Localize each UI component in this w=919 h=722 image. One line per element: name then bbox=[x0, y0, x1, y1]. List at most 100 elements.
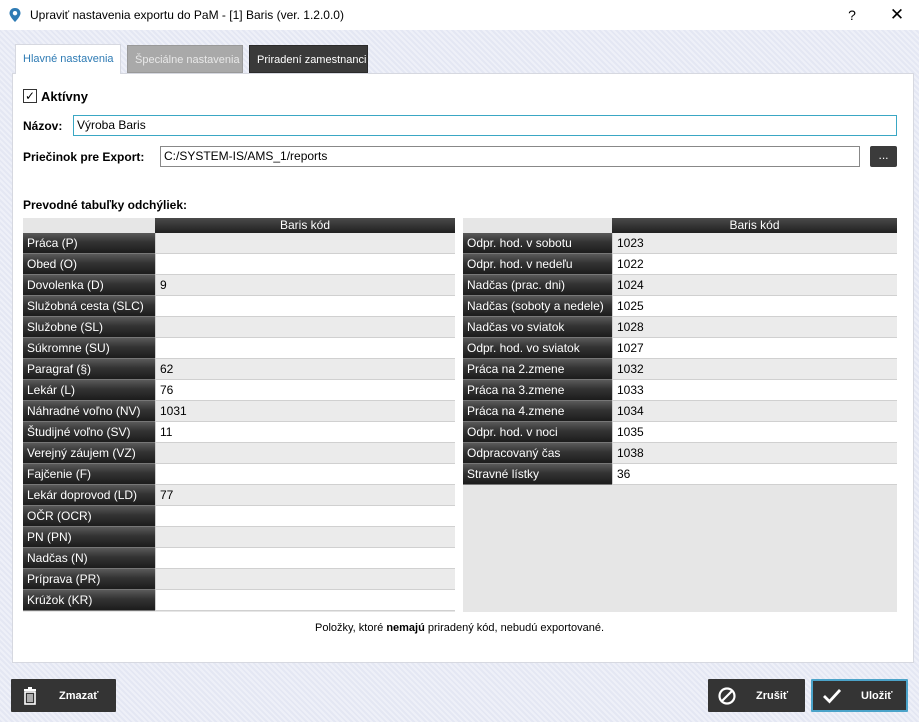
tab-main-settings[interactable]: Hlavné nastavenia bbox=[15, 44, 121, 74]
row-label: Práca na 3.zmene bbox=[463, 380, 612, 401]
row-label: Krúžok (KR) bbox=[23, 590, 155, 611]
code-cell[interactable]: 1023 bbox=[612, 233, 897, 254]
row-label: Nadčas (N) bbox=[23, 548, 155, 569]
table-row: Lekár doprovod (LD) 77 bbox=[23, 485, 455, 506]
tables-heading: Prevodné tabuľky odchýliek: bbox=[23, 198, 188, 212]
code-cell[interactable]: 1022 bbox=[612, 254, 897, 275]
code-cell[interactable]: 1032 bbox=[612, 359, 897, 380]
checkmark-icon bbox=[819, 679, 845, 712]
close-button[interactable]: ✕ bbox=[882, 4, 912, 26]
row-label: PN (PN) bbox=[23, 527, 155, 548]
code-cell[interactable]: 1038 bbox=[612, 443, 897, 464]
code-cell[interactable]: 62 bbox=[155, 359, 455, 380]
row-label: Odpr. hod. v sobotu bbox=[463, 233, 612, 254]
tab-assigned-employees[interactable]: Priradení zamestnanci bbox=[249, 45, 368, 73]
code-cell[interactable]: 1035 bbox=[612, 422, 897, 443]
code-cell[interactable]: 1034 bbox=[612, 401, 897, 422]
folder-input[interactable]: C:/SYSTEM-IS/AMS_1/reports bbox=[160, 146, 860, 167]
code-cell[interactable] bbox=[155, 506, 455, 527]
export-note: Položky, ktoré nemajú priradený kód, neb… bbox=[0, 622, 919, 634]
row-label: Fajčenie (F) bbox=[23, 464, 155, 485]
code-cell[interactable] bbox=[155, 527, 455, 548]
save-button-label: Uložiť bbox=[861, 689, 893, 702]
browse-button[interactable]: ... bbox=[870, 146, 897, 167]
trash-icon bbox=[17, 679, 43, 712]
table-row: Odpr. hod. v noci 1035 bbox=[463, 422, 897, 443]
active-checkbox[interactable]: ✓ bbox=[23, 89, 37, 103]
table-row: Odpr. hod. vo sviatok 1027 bbox=[463, 338, 897, 359]
table-row: Nadčas (N) bbox=[23, 548, 455, 569]
table-row: Obed (O) bbox=[23, 254, 455, 275]
code-cell[interactable] bbox=[155, 296, 455, 317]
row-label: Príprava (PR) bbox=[23, 569, 155, 590]
table-row: OČR (OCR) bbox=[23, 506, 455, 527]
row-label: Nadčas (prac. dni) bbox=[463, 275, 612, 296]
note-text-after: priradený kód, nebudú exportované. bbox=[424, 622, 605, 634]
code-cell[interactable]: 76 bbox=[155, 380, 455, 401]
code-cell[interactable]: 1031 bbox=[155, 401, 455, 422]
help-button[interactable]: ? bbox=[840, 4, 864, 26]
active-label: Aktívny bbox=[41, 89, 88, 104]
table-row: PN (PN) bbox=[23, 527, 455, 548]
location-pin-icon bbox=[9, 8, 21, 22]
code-cell[interactable] bbox=[155, 338, 455, 359]
row-label: Študijné voľno (SV) bbox=[23, 422, 155, 443]
row-label: Odpr. hod. v nedeľu bbox=[463, 254, 612, 275]
name-input[interactable]: Výroba Baris bbox=[73, 115, 897, 136]
row-label: Náhradné voľno (NV) bbox=[23, 401, 155, 422]
row-label: Lekár (L) bbox=[23, 380, 155, 401]
code-cell[interactable] bbox=[155, 233, 455, 254]
cancel-button[interactable]: Zrušiť bbox=[708, 679, 805, 712]
code-cell[interactable]: 1033 bbox=[612, 380, 897, 401]
code-cell[interactable] bbox=[155, 569, 455, 590]
table-row: Odpracovaný čas 1038 bbox=[463, 443, 897, 464]
code-cell[interactable] bbox=[155, 317, 455, 338]
row-label: Obed (O) bbox=[23, 254, 155, 275]
code-cell[interactable]: 11 bbox=[155, 422, 455, 443]
deviation-table-left: Baris kód Práca (P) Obed (O) Dovolenka (D)… bbox=[23, 218, 455, 612]
no-entry-icon bbox=[714, 679, 740, 712]
code-cell[interactable] bbox=[155, 443, 455, 464]
table-row: Práca na 3.zmene 1033 bbox=[463, 380, 897, 401]
table-row: Paragraf (§) 62 bbox=[23, 359, 455, 380]
table-row: Krúžok (KR) bbox=[23, 590, 455, 611]
row-label: OČR (OCR) bbox=[23, 506, 155, 527]
table-row: Náhradné voľno (NV) 1031 bbox=[23, 401, 455, 422]
row-label: Dovolenka (D) bbox=[23, 275, 155, 296]
table-row: Fajčenie (F) bbox=[23, 464, 455, 485]
table-row: Práca na 4.zmene 1034 bbox=[463, 401, 897, 422]
code-cell[interactable] bbox=[155, 548, 455, 569]
table-row: Nadčas (soboty a nedele) 1025 bbox=[463, 296, 897, 317]
table-row: Odpr. hod. v sobotu 1023 bbox=[463, 233, 897, 254]
table-row: Lekár (L) 76 bbox=[23, 380, 455, 401]
row-label: Odpr. hod. v noci bbox=[463, 422, 612, 443]
tab-special-settings[interactable]: Špeciálne nastavenia bbox=[127, 45, 243, 73]
row-label: Práca na 2.zmene bbox=[463, 359, 612, 380]
table-row: Odpr. hod. v nedeľu 1022 bbox=[463, 254, 897, 275]
cancel-button-label: Zrušiť bbox=[756, 689, 789, 702]
code-cell[interactable]: 1028 bbox=[612, 317, 897, 338]
table-row: Nadčas vo sviatok 1028 bbox=[463, 317, 897, 338]
deviation-table-right: Baris kód Odpr. hod. v sobotu 1023 Odpr. h… bbox=[463, 218, 897, 612]
delete-button[interactable]: Zmazať bbox=[11, 679, 116, 712]
row-label: Lekár doprovod (LD) bbox=[23, 485, 155, 506]
table-row: Verejný záujem (VZ) bbox=[23, 443, 455, 464]
code-cell[interactable]: 1024 bbox=[612, 275, 897, 296]
code-cell[interactable]: 1025 bbox=[612, 296, 897, 317]
note-text-before: Položky, ktoré bbox=[314, 622, 387, 634]
window-title: Upraviť nastavenia exportu do PaM - [1] … bbox=[30, 8, 344, 22]
code-cell[interactable]: 1027 bbox=[612, 338, 897, 359]
code-cell[interactable] bbox=[155, 254, 455, 275]
code-cell[interactable] bbox=[155, 464, 455, 485]
table-row: Služobná cesta (SLC) bbox=[23, 296, 455, 317]
code-cell[interactable]: 77 bbox=[155, 485, 455, 506]
table-row: Stravné lístky 36 bbox=[463, 464, 897, 485]
code-cell[interactable]: 9 bbox=[155, 275, 455, 296]
delete-button-label: Zmazať bbox=[59, 689, 99, 702]
column-header: Baris kód bbox=[612, 218, 897, 233]
code-cell[interactable] bbox=[155, 590, 455, 611]
code-cell[interactable]: 36 bbox=[612, 464, 897, 485]
row-label: Odpr. hod. vo sviatok bbox=[463, 338, 612, 359]
save-button[interactable]: Uložiť bbox=[811, 679, 908, 712]
row-label: Nadčas vo sviatok bbox=[463, 317, 612, 338]
